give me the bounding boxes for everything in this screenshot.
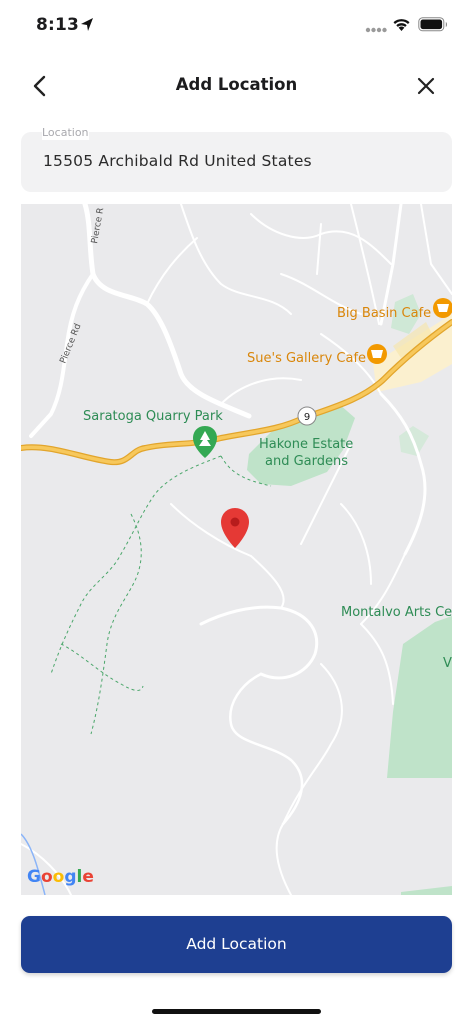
close-button[interactable] (412, 72, 440, 100)
location-arrow-icon (81, 18, 93, 31)
page-title: Add Location (175, 75, 298, 94)
svg-text:9: 9 (304, 412, 310, 423)
location-field-label: Location (42, 126, 89, 140)
route-shield: 9 (297, 406, 317, 426)
google-logo: Google (27, 867, 94, 887)
montalvo-label: Montalvo Arts Cen (341, 605, 452, 620)
hakone-label-line1: Hakone Estate (259, 437, 354, 452)
wifi-icon (393, 19, 410, 31)
status-time: 8:13 (36, 15, 80, 35)
pierce-rd-top-label: Pierce R (90, 207, 106, 245)
big-basin-cafe-label: Big Basin Cafe (337, 306, 432, 321)
park-poi-icon[interactable] (193, 426, 217, 458)
status-bar: 8:13 (0, 0, 473, 52)
add-location-button[interactable]: Add Location (21, 916, 452, 973)
edge-v-label: V (443, 656, 452, 671)
signal-dots-icon (365, 27, 387, 33)
pierce-rd-label: Pierce Rd (59, 322, 84, 365)
map-view[interactable]: 9 Pierce Rd Pierce R Saratoga Quarry Par… (21, 204, 452, 895)
cafe-icon[interactable] (433, 298, 452, 318)
cafe-icon[interactable] (367, 344, 387, 364)
location-input-value[interactable]: 15505 Archibald Rd United States (43, 152, 312, 170)
battery-icon (418, 17, 447, 32)
hakone-label-line2: and Gardens (265, 454, 349, 469)
location-pin-icon[interactable] (221, 508, 249, 548)
park-area (387, 616, 452, 778)
header: Add Location (0, 60, 473, 112)
saratoga-quarry-park-label: Saratoga Quarry Park (83, 409, 223, 424)
sues-gallery-cafe-label: Sue's Gallery Cafe (247, 351, 367, 366)
close-icon (417, 77, 435, 95)
park-area (401, 886, 452, 895)
home-indicator (152, 1009, 321, 1014)
location-field[interactable]: Location 15505 Archibald Rd United State… (21, 126, 452, 192)
